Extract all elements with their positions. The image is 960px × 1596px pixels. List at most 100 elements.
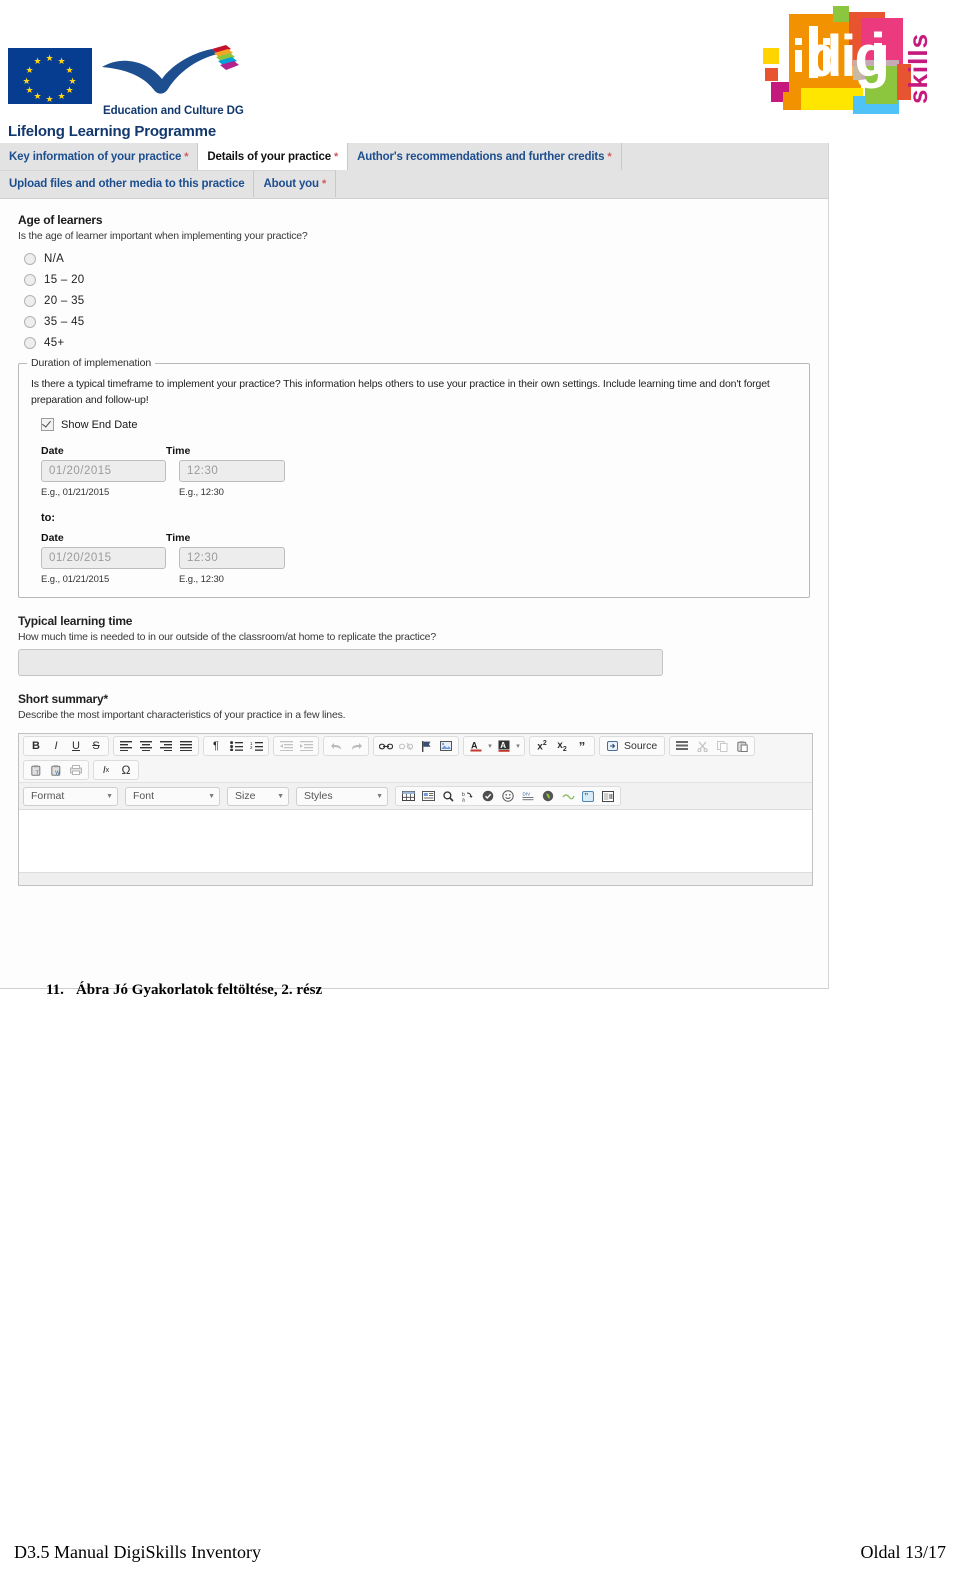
eu-flag-icon: ★ ★ ★ ★ ★ ★ ★ ★ ★ ★ ★ ★ [8,48,92,104]
radio-button-icon[interactable] [24,336,36,349]
radio-option-35-45[interactable]: 35 – 45 [24,311,814,332]
source-icon[interactable] [602,737,622,755]
iframe-icon[interactable] [598,787,618,805]
tab-label: About you [263,178,319,190]
tab-upload-files[interactable]: Upload files and other media to this pra… [0,170,255,197]
text-direction-rtl-icon[interactable]: ¶ [206,737,226,755]
special-character-icon[interactable]: Ω [116,761,136,779]
radio-label: 15 – 20 [44,273,85,286]
show-blocks-icon[interactable] [672,737,692,755]
undo-icon[interactable] [326,737,346,755]
typical-learning-time-input[interactable] [18,649,663,676]
indent-icon[interactable] [296,737,316,755]
paste-icon[interactable] [732,737,752,755]
bold-icon[interactable]: B [26,737,46,755]
quotation-icon[interactable]: ” [578,787,598,805]
background-color-icon[interactable]: A [494,737,514,755]
size-dropdown-label: Size [235,790,256,802]
format-dropdown[interactable]: Format ▼ [23,786,118,806]
color-dropdown-caret-icon[interactable]: ▾ [486,737,494,755]
start-datetime-group: Date Time 01/20/2015 12:30 E.g., 01/21/2… [41,445,797,498]
radio-option-na[interactable]: N/A [24,248,814,269]
horizontal-rule-icon[interactable] [558,787,578,805]
rich-text-editor: B I U S ¶ 1 2 A ▾ A ▾ x2 x2 ” Source T W… [18,733,813,886]
bgcolor-dropdown-caret-icon[interactable]: ▾ [514,737,522,755]
font-dropdown[interactable]: Font ▼ [125,786,220,806]
required-marker: * [333,150,339,163]
align-left-icon[interactable] [116,737,136,755]
replace-icon[interactable]: ba [458,787,478,805]
tab-details-of-your-practice[interactable]: Details of your practice * [198,143,349,170]
to-label: to: [41,512,56,524]
blockquote-icon[interactable]: ” [572,737,592,755]
tab-label: Details of your practice [207,150,331,163]
radio-button-icon[interactable] [24,294,36,307]
size-dropdown[interactable]: Size ▼ [227,786,289,806]
div-container-icon[interactable] [418,787,438,805]
numbered-list-icon[interactable]: 12 [246,737,266,755]
tab-key-information[interactable]: Key information of your practice * [0,143,199,170]
show-end-date-checkbox-row[interactable]: Show End Date [41,418,797,431]
tab-label: Key information of your practice [9,150,182,163]
svg-text:i: i [870,22,884,87]
start-date-input[interactable]: 01/20/2015 [41,460,166,482]
page-break-icon[interactable]: DIV [518,787,538,805]
align-center-icon[interactable] [136,737,156,755]
editor-indent-group [273,736,319,756]
justify-icon[interactable] [176,737,196,755]
outdent-icon[interactable] [276,737,296,755]
copy-icon[interactable] [712,737,732,755]
underline-icon[interactable]: U [66,737,86,755]
strikethrough-icon[interactable]: S [86,737,106,755]
editor-history-group [323,736,369,756]
cut-icon[interactable] [692,737,712,755]
radio-label: 45+ [44,336,65,349]
remove-format-icon[interactable]: Ix [96,761,116,779]
start-time-label: Time [166,445,191,457]
italic-icon[interactable]: I [46,737,66,755]
radio-option-20-35[interactable]: 20 – 35 [24,290,814,311]
print-preview-icon[interactable] [66,761,86,779]
digiskills-logo: dig i skills [757,4,942,124]
radio-option-15-20[interactable]: 15 – 20 [24,269,814,290]
short-summary-section: Short summary* Describe the most importa… [14,692,814,886]
superscript-icon[interactable]: x2 [532,737,552,755]
image-icon[interactable] [436,737,456,755]
chevron-down-icon: ▼ [106,792,113,800]
tab-authors-recommendations[interactable]: Author's recommendations and further cre… [348,143,622,170]
subscript-icon[interactable]: x2 [552,737,572,755]
radio-button-icon[interactable] [24,252,36,265]
smiley-icon[interactable] [498,787,518,805]
radio-button-icon[interactable] [24,315,36,328]
paste-from-word-icon[interactable]: W [46,761,66,779]
tab-about-you[interactable]: About you * [254,170,337,197]
link-icon[interactable] [376,737,396,755]
find-icon[interactable] [438,787,458,805]
start-time-input[interactable]: 12:30 [179,460,285,482]
redo-icon[interactable] [346,737,366,755]
font-dropdown-label: Font [133,790,155,802]
short-summary-editor-area[interactable] [19,809,812,872]
end-time-example: E.g., 12:30 [179,574,224,585]
table-icon[interactable] [398,787,418,805]
end-date-input[interactable]: 01/20/2015 [41,547,166,569]
paste-text-icon[interactable]: T [26,761,46,779]
styles-dropdown[interactable]: Styles ▼ [296,786,388,806]
radio-option-45plus[interactable]: 45+ [24,332,814,353]
figure-caption-text: Ábra Jó Gyakorlatok feltöltése, 2. rész [75,982,323,998]
short-summary-title-text: Short summary [18,692,104,706]
align-right-icon[interactable] [156,737,176,755]
checkbox-checked-icon[interactable] [41,418,54,431]
svg-text:”: ” [584,792,588,801]
end-time-input[interactable]: 12:30 [179,547,285,569]
unlink-icon[interactable] [396,737,416,755]
flash-icon[interactable] [538,787,558,805]
editor-toolbar-row-1: B I U S ¶ 1 2 A ▾ A ▾ x2 x2 ” Source [19,734,812,758]
radio-label: 20 – 35 [44,294,85,307]
text-color-icon[interactable]: A [466,737,486,755]
radio-button-icon[interactable] [24,273,36,286]
bulleted-list-icon[interactable] [226,737,246,755]
anchor-icon[interactable] [416,737,436,755]
spell-check-icon[interactable] [478,787,498,805]
source-label[interactable]: Source [622,737,662,755]
